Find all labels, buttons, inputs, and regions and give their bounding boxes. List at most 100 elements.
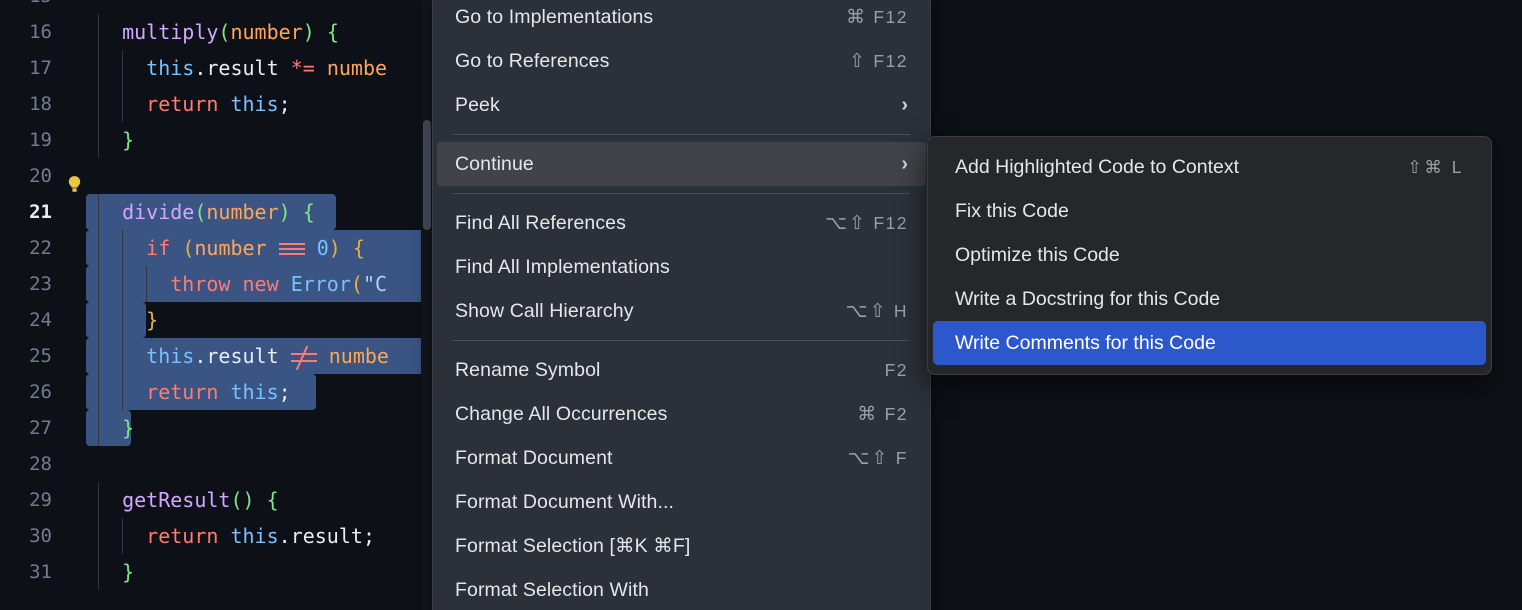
submenu-item[interactable]: Fix this Code [933,189,1486,233]
code-line[interactable]: 16 multiply(number) { [0,14,432,50]
code-line[interactable]: 17 this.result *= numbe [0,50,432,86]
code-line[interactable]: 23 throw new Error("C [0,266,432,302]
code-line[interactable]: 24 } [0,302,432,338]
context-menu-item[interactable]: Continue › [437,142,926,186]
code-line[interactable]: 15 [0,0,432,14]
submenu-item-label: Add Highlighted Code to Context [955,156,1407,179]
code-token [291,200,303,224]
code-line[interactable]: 21 divide(number) { [0,194,432,230]
menu-item-label: Format Selection [⌘K ⌘F] [455,534,908,558]
code-token: *= [291,56,315,80]
code-token: } [122,128,134,152]
submenu-item[interactable]: Write Comments for this Code [933,321,1486,365]
screen-root: 1516 multiply(number) {17 this.result *=… [0,0,1522,610]
menu-item-label: Go to References [455,50,829,73]
chevron-right-icon: › [901,154,908,174]
submenu-item[interactable]: Optimize this Code [933,233,1486,277]
code-line[interactable]: 30 return this.result; [0,518,432,554]
code-line[interactable]: 26 return this; [0,374,432,410]
code-token: } [122,560,134,584]
code-line[interactable]: 18 return this; [0,86,432,122]
code-line-content: return this; [86,374,432,410]
context-menu-item[interactable]: Format Selection [⌘K ⌘F] [433,524,930,568]
code-tokens: this.result *= numbe [98,56,387,80]
menu-item-shortcut: F2 [865,360,908,381]
code-token: Error [291,272,351,296]
code-tokens: if (number 0) { [98,236,365,260]
triple-equals-ligature [279,243,305,257]
line-number: 17 [0,50,66,86]
menu-separator [453,193,910,194]
editor-context-menu[interactable]: Go to Implementations⌘ F12Go to Referenc… [432,0,931,610]
code-tokens: } [98,560,134,584]
context-menu-item[interactable]: Format Document⌥⇧ F [433,436,930,480]
context-menu-item[interactable]: Go to References⇧ F12 [433,39,930,83]
continue-submenu[interactable]: Add Highlighted Code to Context⇧⌘ LFix t… [927,136,1492,375]
code-line[interactable]: 31 } [0,554,432,590]
code-token [98,524,146,548]
code-line-content: divide(number) { [86,194,432,230]
code-token: } [146,308,158,332]
code-line[interactable]: 19 } [0,122,432,158]
menu-item-label: Show Call Hierarchy [455,300,826,323]
context-menu-item[interactable]: Show Call Hierarchy⌥⇧ H [433,289,930,333]
divide-equals-ligature [291,350,317,366]
code-token [315,56,327,80]
code-token: ) [303,20,315,44]
code-line[interactable]: 27 } [0,410,432,446]
code-token: getResult [122,488,230,512]
code-token: "C [363,272,387,296]
code-line-content [86,0,432,14]
menu-item-label: Go to Implementations [455,6,826,29]
code-lines-container: 1516 multiply(number) {17 this.result *=… [0,0,432,590]
code-tokens: divide(number) { [98,200,315,224]
code-token: } [122,416,134,440]
menu-item-shortcut: ⌥⇧ F12 [805,212,908,235]
code-editor[interactable]: 1516 multiply(number) {17 this.result *=… [0,0,432,610]
line-number: 20 [0,158,66,194]
code-line[interactable]: 22 if (number 0) { [0,230,432,266]
code-token: ; [363,524,375,548]
editor-scrollbar-thumb[interactable] [423,120,431,230]
context-menu-item[interactable]: Format Document With... [433,480,930,524]
line-number: 16 [0,14,66,50]
code-line[interactable]: 25 this.result numbe [0,338,432,374]
lightbulb-icon[interactable] [67,168,82,185]
context-menu-item[interactable]: Format Selection With [433,568,930,610]
code-line[interactable]: 29 getResult() { [0,482,432,518]
code-token [98,56,146,80]
menu-item-label: Rename Symbol [455,359,865,382]
code-token [98,416,122,440]
code-token: this [230,380,278,404]
submenu-item-shortcut: ⇧⌘ L [1407,157,1464,178]
context-menu-item[interactable]: Change All Occurrences⌘ F2 [433,392,930,436]
code-line-content: } [86,122,432,158]
line-number: 23 [0,266,66,302]
menu-item-label: Format Document With... [455,491,908,514]
code-token [98,128,122,152]
context-menu-item[interactable]: Go to Implementations⌘ F12 [433,0,930,39]
context-menu-item[interactable]: Find All Implementations [433,245,930,289]
code-token [279,272,291,296]
code-line-content: multiply(number) { [86,14,432,50]
code-token [341,236,353,260]
editor-scrollbar[interactable] [422,0,432,610]
code-token [98,92,146,116]
submenu-item[interactable]: Write a Docstring for this Code [933,277,1486,321]
code-tokens: multiply(number) { [98,20,339,44]
code-tokens: return this; [98,92,291,116]
code-token: { [353,236,365,260]
menu-item-label: Continue [455,153,887,176]
chevron-right-icon: › [901,95,908,115]
context-menu-item[interactable]: Find All References⌥⇧ F12 [433,201,930,245]
context-menu-item[interactable]: Rename SymbolF2 [433,348,930,392]
line-number: 26 [0,374,66,410]
code-tokens: return this.result; [98,524,375,548]
submenu-item-label: Optimize this Code [955,244,1464,267]
code-line[interactable]: 28 [0,446,432,482]
code-token: number [230,20,302,44]
context-menu-item[interactable]: Peek› [433,83,930,127]
submenu-item[interactable]: Add Highlighted Code to Context⇧⌘ L [933,145,1486,189]
line-number: 25 [0,338,66,374]
code-line[interactable]: 20 [0,158,432,194]
